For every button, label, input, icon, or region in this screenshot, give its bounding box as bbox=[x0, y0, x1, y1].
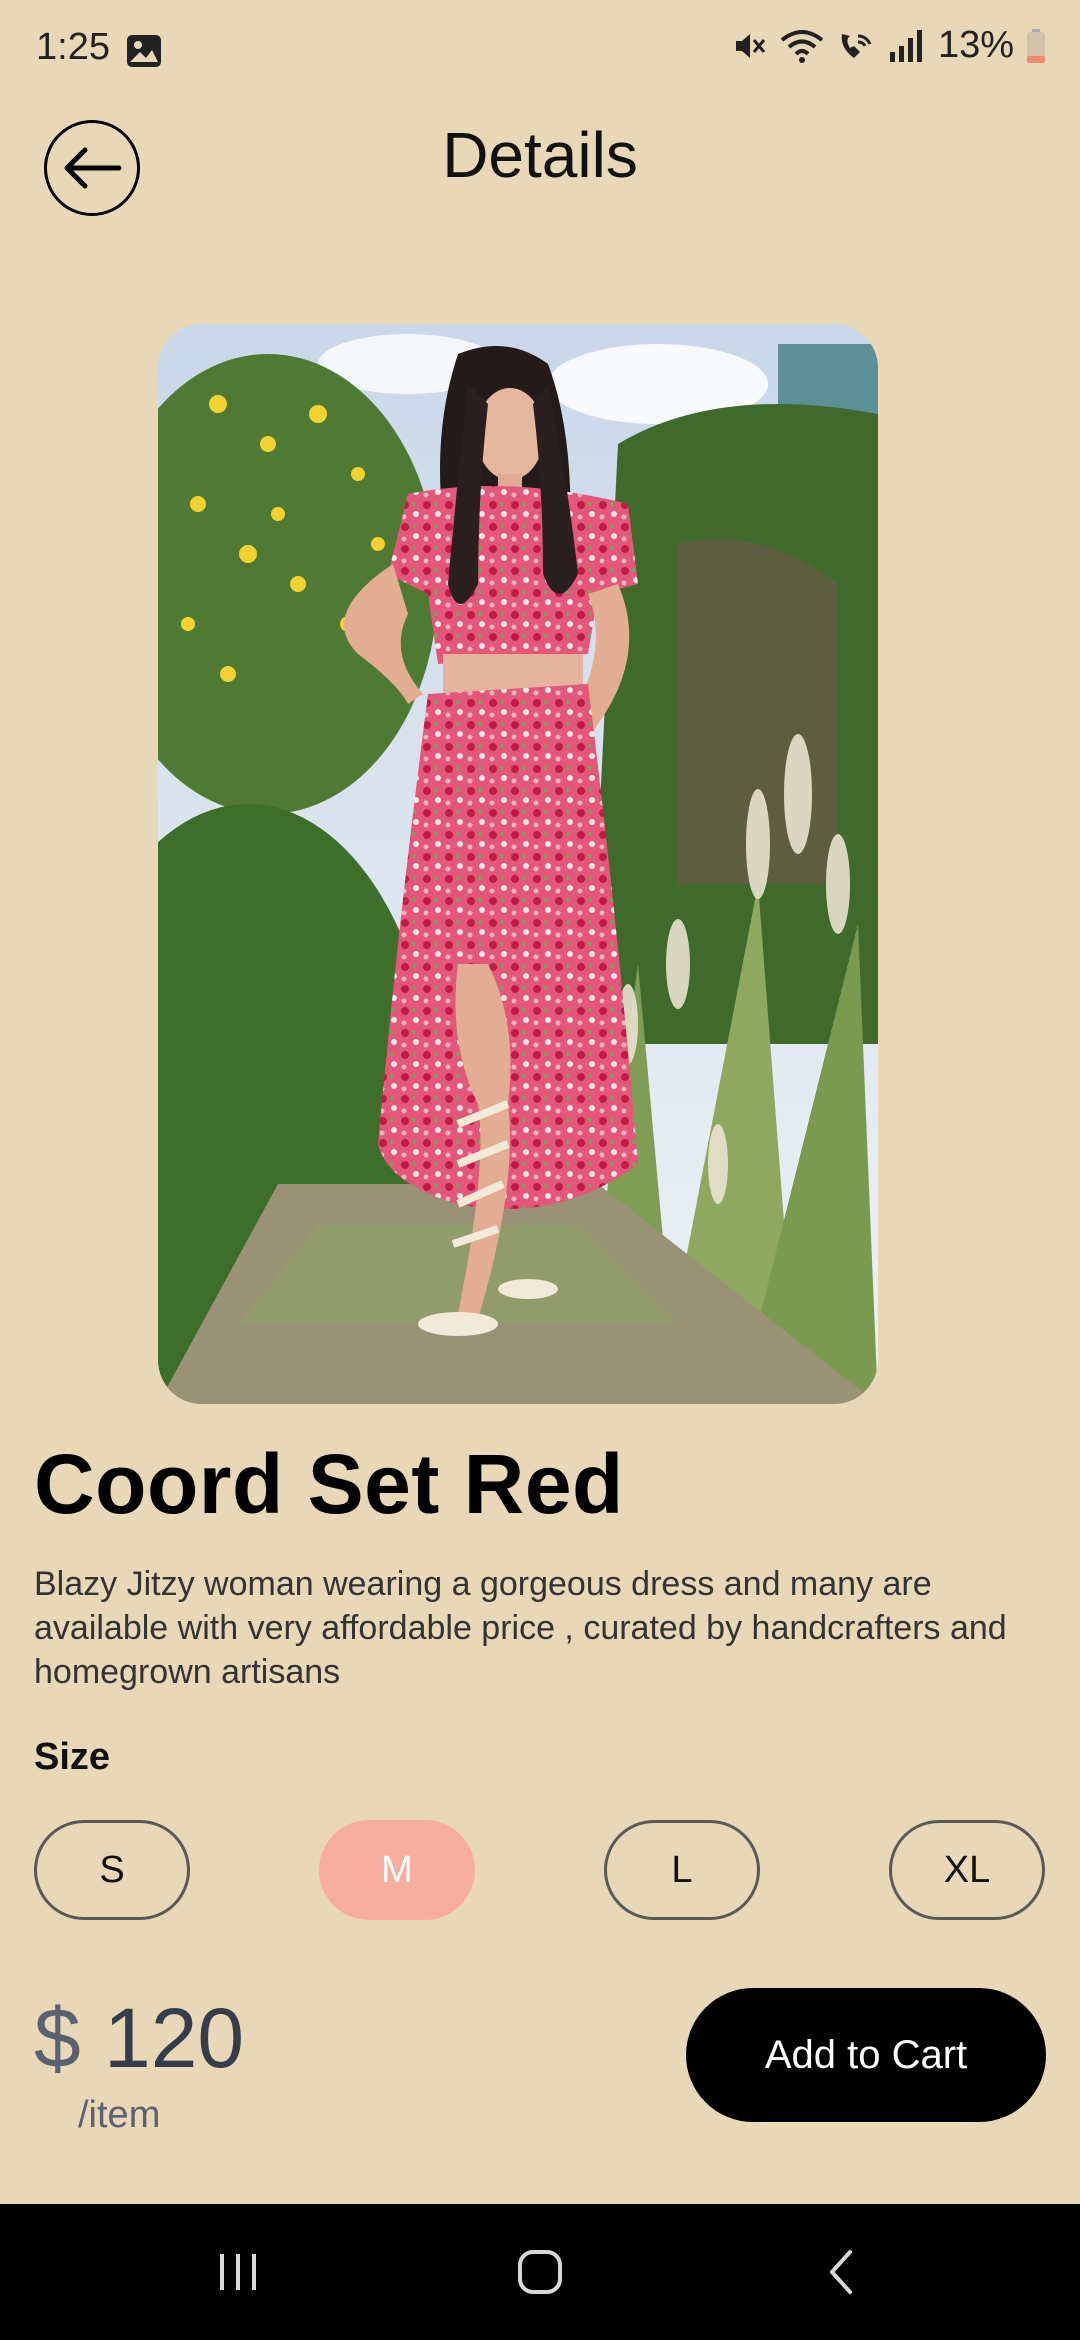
product-image bbox=[158, 324, 878, 1404]
back-nav-icon[interactable] bbox=[802, 2240, 882, 2304]
battery-icon bbox=[1026, 28, 1046, 64]
price-unit: /item bbox=[78, 2094, 161, 2136]
wifi-icon bbox=[780, 28, 824, 64]
size-option-s[interactable]: S bbox=[34, 1820, 190, 1920]
page-title: Details bbox=[442, 119, 638, 191]
signal-icon bbox=[888, 28, 922, 64]
size-option-m[interactable]: M bbox=[319, 1820, 475, 1920]
status-icons: 13% bbox=[732, 24, 1046, 67]
recents-icon[interactable] bbox=[198, 2240, 278, 2304]
gallery-icon bbox=[126, 34, 162, 68]
add-to-cart-button[interactable]: Add to Cart bbox=[686, 1988, 1046, 2122]
size-option-l[interactable]: L bbox=[604, 1820, 760, 1920]
product-description: Blazy Jitzy woman wearing a gorgeous dre… bbox=[34, 1565, 1007, 1691]
price-value: 120 bbox=[104, 1991, 245, 2085]
mute-icon bbox=[732, 28, 768, 64]
price-currency: $ bbox=[34, 1991, 81, 2085]
product-name: Coord Set Red bbox=[34, 1437, 624, 1531]
size-option-xl[interactable]: XL bbox=[889, 1820, 1045, 1920]
status-time: 1:25 bbox=[36, 26, 110, 68]
battery-percentage: 13% bbox=[937, 24, 1014, 66]
size-label: Size bbox=[34, 1736, 111, 1778]
home-icon[interactable] bbox=[500, 2240, 580, 2304]
wifi-calling-icon bbox=[836, 28, 876, 64]
